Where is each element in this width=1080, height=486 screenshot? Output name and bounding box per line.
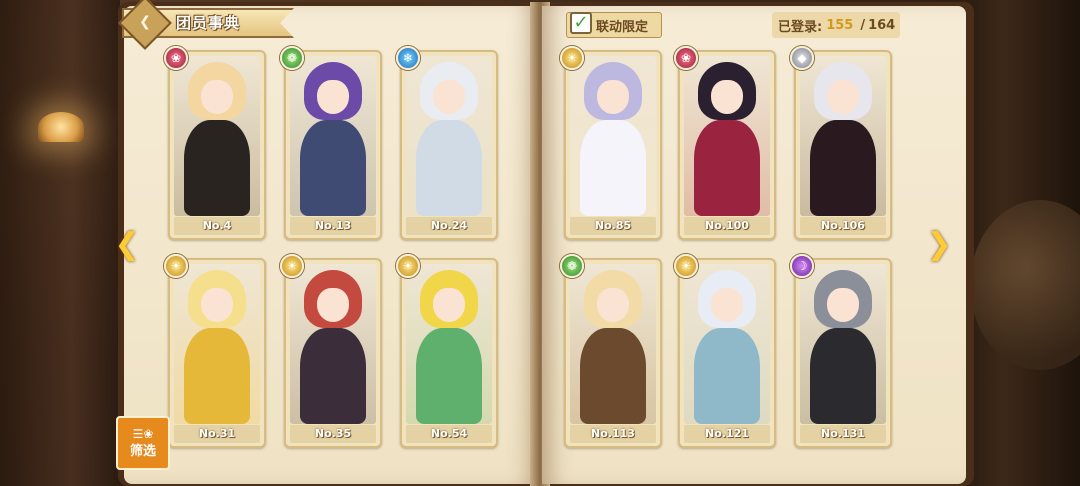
portrait-outfit <box>694 120 760 216</box>
character-number: No.113 <box>570 425 656 443</box>
character-card[interactable]: No.35 ☀ <box>280 254 382 448</box>
portrait-face <box>597 288 629 322</box>
portrait-face <box>317 80 349 114</box>
character-card[interactable]: No.113 ❁ <box>560 254 662 448</box>
checkbox-icon[interactable]: ✓ <box>570 12 592 34</box>
portrait-outfit <box>810 328 876 424</box>
fire-element-icon: ❀ <box>164 46 188 70</box>
portrait-face <box>597 80 629 114</box>
portrait-face <box>711 288 743 322</box>
character-number: No.106 <box>800 217 886 235</box>
character-portrait <box>290 56 376 216</box>
portrait-outfit <box>810 120 876 216</box>
water-element-icon: ❄ <box>396 46 420 70</box>
character-portrait <box>570 56 656 216</box>
prev-page-arrow-icon[interactable]: ❮ <box>114 226 139 262</box>
character-portrait <box>800 56 886 216</box>
character-portrait <box>800 264 886 424</box>
light-element-icon: ☀ <box>396 254 420 278</box>
portrait-outfit <box>694 328 760 424</box>
character-portrait <box>174 264 260 424</box>
character-number: No.121 <box>684 425 770 443</box>
character-number: No.85 <box>570 217 656 235</box>
character-portrait <box>174 56 260 216</box>
next-page-arrow-icon[interactable]: ❯ <box>926 226 951 262</box>
portrait-outfit <box>416 120 482 216</box>
character-card[interactable]: No.13 ❁ <box>280 46 382 240</box>
dark-element-icon: ☽ <box>790 254 814 278</box>
portrait-face <box>201 80 233 114</box>
character-card[interactable]: No.106 ◆ <box>790 46 892 240</box>
character-card[interactable]: No.24 ❄ <box>396 46 498 240</box>
portrait-face <box>711 80 743 114</box>
portrait-outfit <box>580 328 646 424</box>
character-number: No.54 <box>406 425 492 443</box>
fire-element-icon: ❀ <box>674 46 698 70</box>
character-portrait <box>406 264 492 424</box>
character-portrait <box>570 264 656 424</box>
metal-element-icon: ◆ <box>790 46 814 70</box>
character-card[interactable]: No.121 ☀ <box>674 254 776 448</box>
login-current: 155 <box>826 17 854 33</box>
background-bookshelf <box>0 0 120 486</box>
collab-filter-label: 联动限定 <box>596 20 649 35</box>
character-number: No.13 <box>290 217 376 235</box>
portrait-face <box>827 80 859 114</box>
character-card[interactable]: No.31 ☀ <box>164 254 266 448</box>
character-card[interactable]: No.4 ❀ <box>164 46 266 240</box>
login-separator: / <box>860 17 866 33</box>
portrait-outfit <box>184 328 250 424</box>
portrait-outfit <box>416 328 482 424</box>
background-lamp <box>38 112 84 142</box>
character-number: No.131 <box>800 425 886 443</box>
login-counter: 已登录: 155 / 164 <box>772 12 900 38</box>
portrait-face <box>433 80 465 114</box>
character-portrait <box>290 264 376 424</box>
character-number: No.100 <box>684 217 770 235</box>
character-number: No.35 <box>290 425 376 443</box>
login-counter-label: 已登录: <box>778 19 823 35</box>
character-card[interactable]: No.131 ☽ <box>790 254 892 448</box>
portrait-outfit <box>184 120 250 216</box>
character-number: No.24 <box>406 217 492 235</box>
back-arrow-icon[interactable]: ❮ <box>136 13 154 31</box>
wind-element-icon: ❁ <box>280 46 304 70</box>
portrait-face <box>201 288 233 322</box>
character-number: No.4 <box>174 217 260 235</box>
character-card[interactable]: No.85 ☀ <box>560 46 662 240</box>
light-element-icon: ☀ <box>280 254 304 278</box>
login-total: 164 <box>868 17 896 33</box>
character-portrait <box>684 264 770 424</box>
character-number: No.31 <box>174 425 260 443</box>
portrait-face <box>827 288 859 322</box>
portrait-face <box>433 288 465 322</box>
portrait-face <box>317 288 349 322</box>
light-element-icon: ☀ <box>164 254 188 278</box>
portrait-outfit <box>580 120 646 216</box>
wind-element-icon: ❁ <box>560 254 584 278</box>
page-title: 团员事典 <box>176 14 241 32</box>
character-card[interactable]: No.54 ☀ <box>396 254 498 448</box>
character-portrait <box>406 56 492 216</box>
filter-icon: ☰❀ <box>132 427 154 441</box>
portrait-outfit <box>300 328 366 424</box>
portrait-outfit <box>300 120 366 216</box>
character-card[interactable]: No.100 ❀ <box>674 46 776 240</box>
light-element-icon: ☀ <box>674 254 698 278</box>
filter-label: 筛选 <box>129 444 156 459</box>
character-portrait <box>684 56 770 216</box>
light-element-icon: ☀ <box>560 46 584 70</box>
filter-button[interactable]: ☰❀ 筛选 <box>116 416 170 470</box>
